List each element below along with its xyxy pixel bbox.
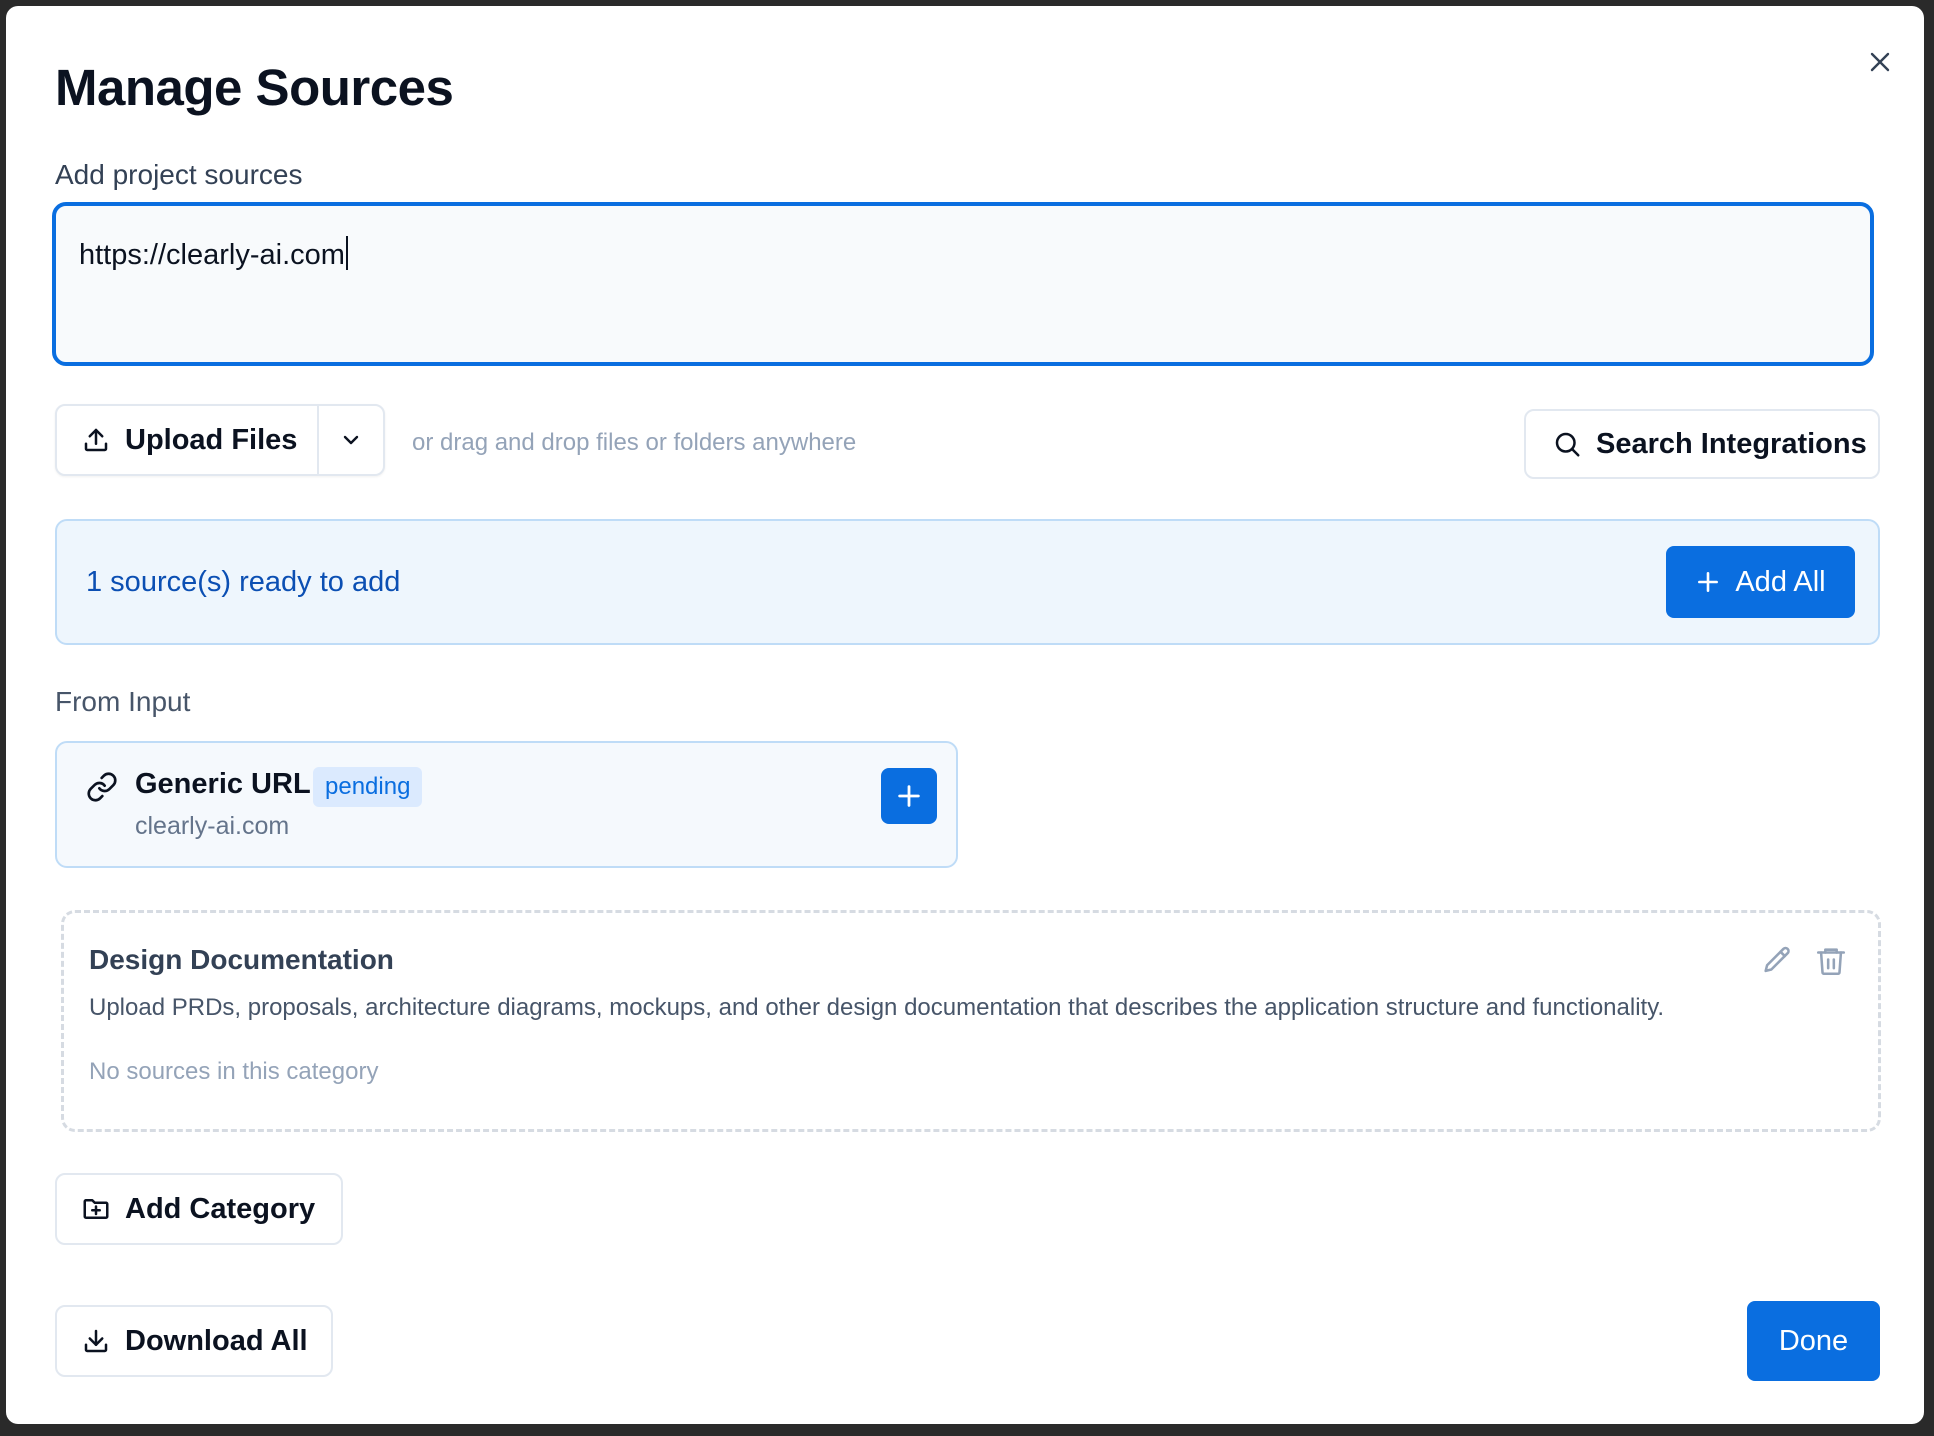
upload-files-label: Upload Files [125,423,298,456]
download-icon [84,1329,108,1353]
trash-icon [1816,948,1846,976]
close-button[interactable] [1862,44,1898,80]
sources-input-label: Add project sources [55,159,303,190]
edit-category-button[interactable] [1760,944,1794,983]
source-type: Generic URL [135,768,311,800]
category-title: Design Documentation [89,944,394,975]
source-url: clearly-ai.com [135,812,290,840]
text-caret [345,236,348,270]
sources-input[interactable]: https://clearly-ai.com [52,202,1874,366]
done-button[interactable]: Done [1747,1301,1880,1381]
download-all-label: Download All [125,1324,308,1357]
category-description: Upload PRDs, proposals, architecture dia… [89,994,1665,1021]
drag-drop-hint: or drag and drop files or folders anywhe… [412,429,857,456]
download-all-button[interactable]: Download All [55,1305,333,1377]
manage-sources-dialog: Manage Sources Add project sources https… [6,6,1924,1424]
add-source-button[interactable] [881,768,937,824]
close-icon [1870,52,1890,72]
source-card [55,741,958,868]
add-category-button[interactable]: Add Category [55,1173,343,1245]
pencil-icon [1764,946,1790,973]
plus-icon [1698,572,1719,592]
ready-banner-text: 1 source(s) ready to add [86,566,401,598]
search-integrations-button[interactable]: Search Integrations [1524,409,1880,479]
add-all-label: Add All [1735,565,1826,598]
search-integrations-label: Search Integrations [1596,427,1867,460]
chevron-down-icon [343,435,359,445]
upload-files-button[interactable]: Upload Files [57,406,319,474]
link-icon [86,771,118,808]
from-input-heading: From Input [55,686,191,717]
status-badge: pending [313,767,423,807]
done-label: Done [1778,1324,1849,1357]
search-icon [1555,432,1580,457]
upload-icon [84,428,108,452]
upload-options-dropdown[interactable] [319,406,383,474]
category-empty-text: No sources in this category [89,1058,379,1085]
upload-files-group: Upload Files [55,404,385,476]
plus-icon [898,785,920,807]
delete-category-button[interactable] [1814,944,1848,983]
sources-input-value: https://clearly-ai.com [79,239,345,271]
dialog-title: Manage Sources [55,59,454,116]
add-all-button[interactable]: Add All [1666,546,1855,618]
folder-plus-icon [83,1199,109,1219]
add-category-label: Add Category [125,1192,316,1225]
